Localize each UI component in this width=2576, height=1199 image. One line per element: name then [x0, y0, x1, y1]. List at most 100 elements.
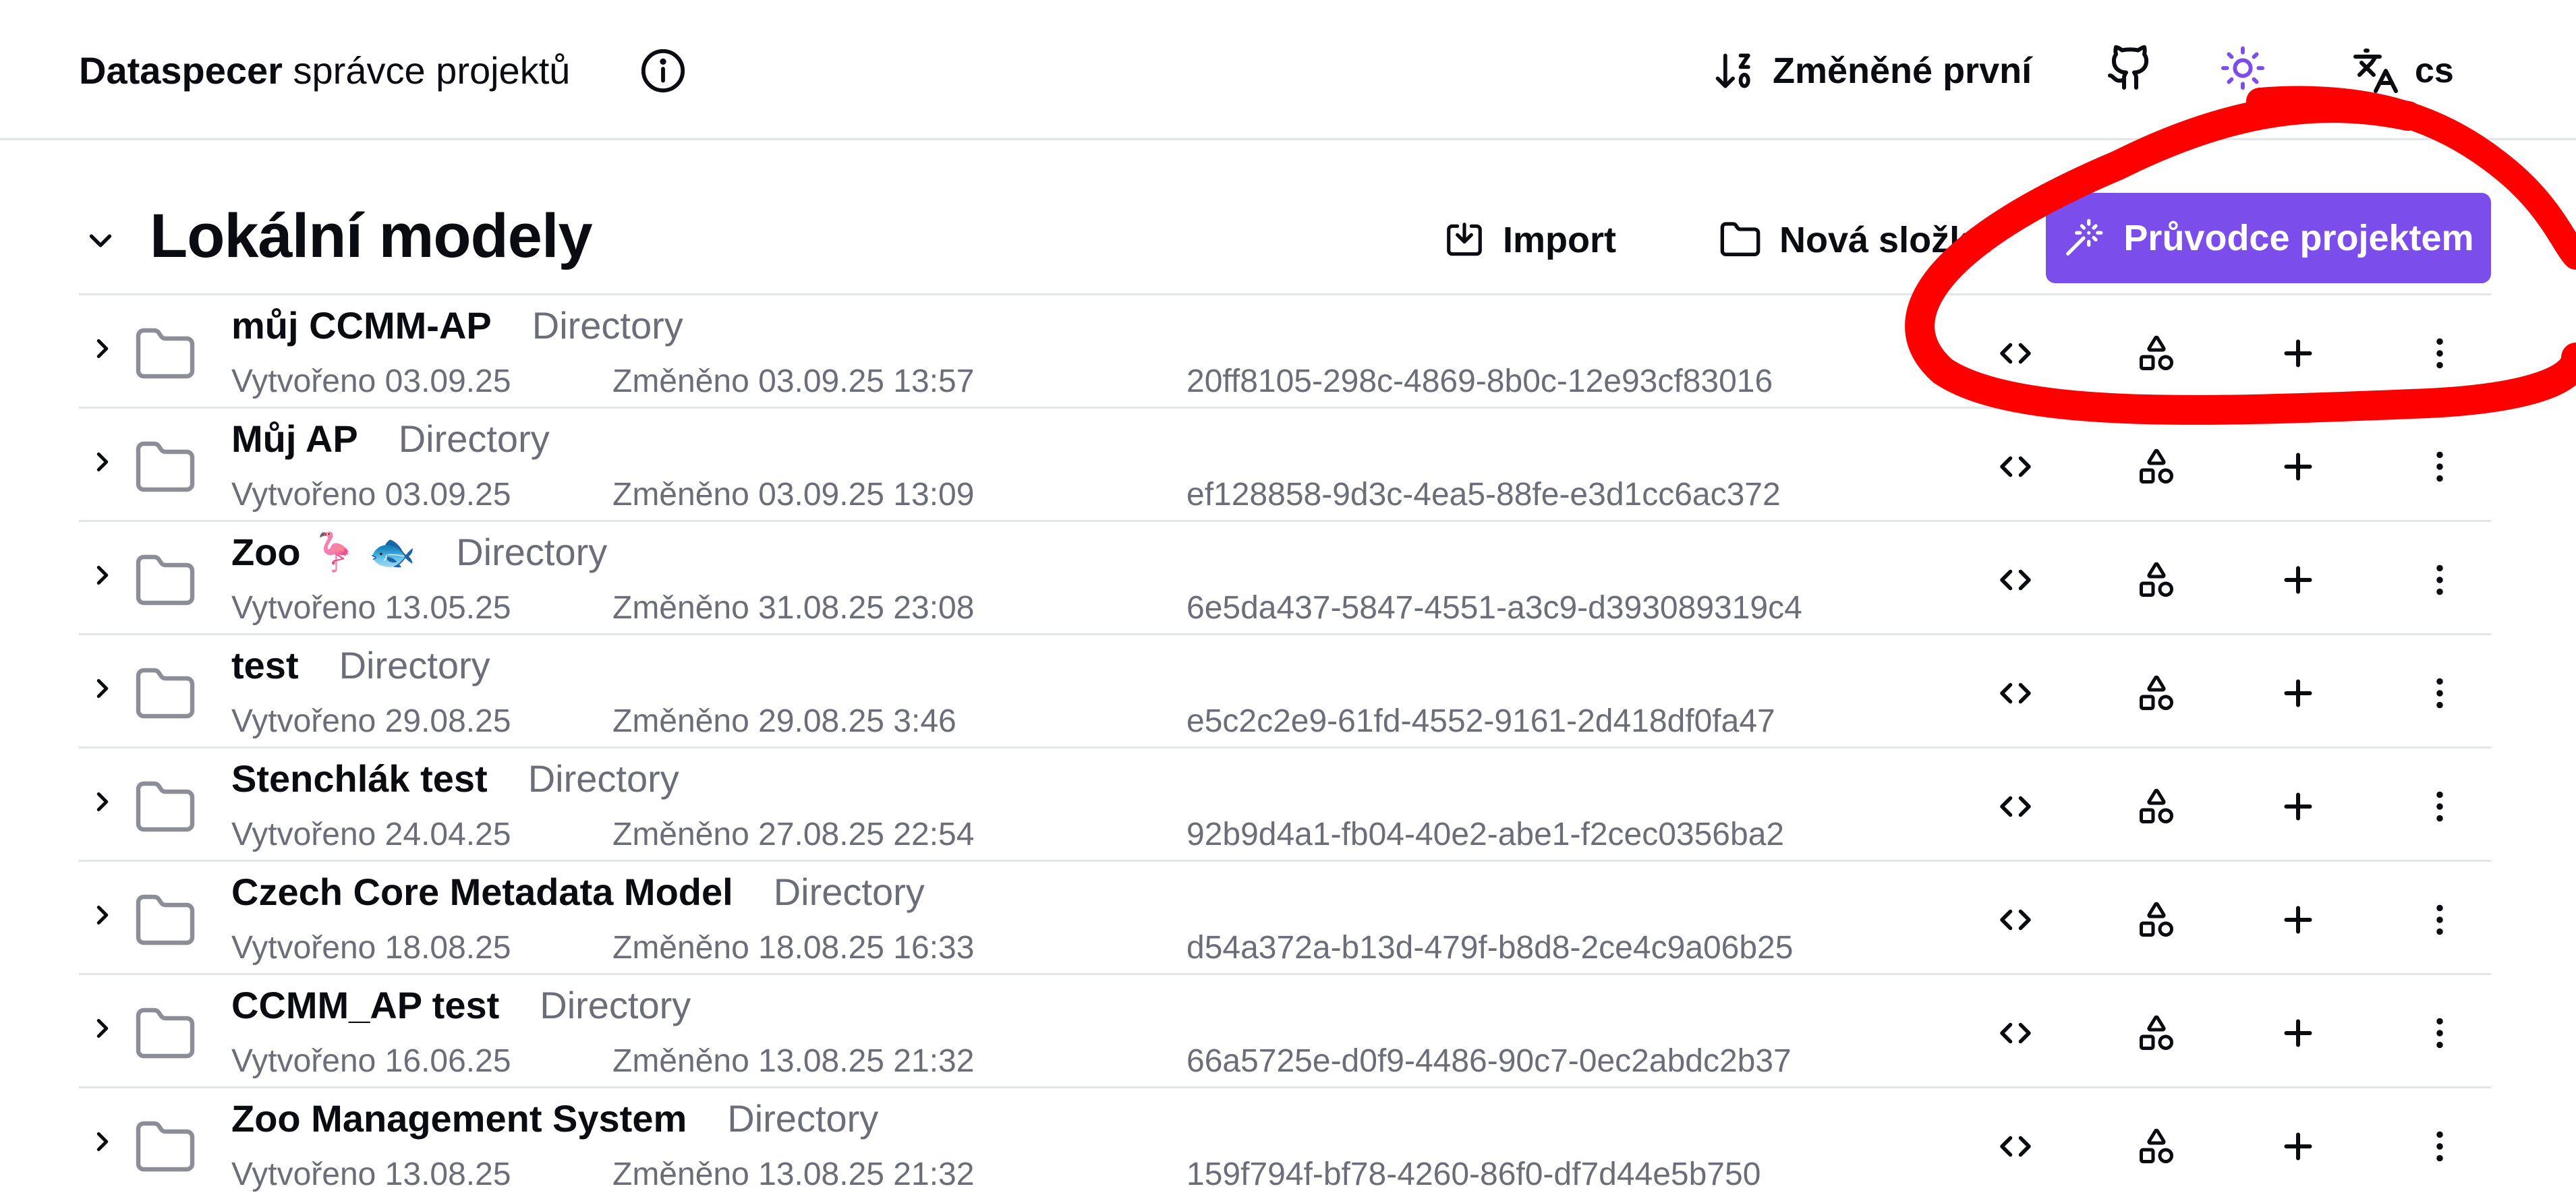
plus-icon[interactable] [2278, 333, 2318, 374]
language-icon [2353, 49, 2398, 93]
new-folder-button[interactable]: Nová složka [1719, 213, 1990, 267]
plus-icon[interactable] [2278, 1013, 2318, 1053]
folder-icon [136, 441, 195, 492]
chevron-right-icon[interactable] [87, 673, 118, 704]
project-name-line: CCMM_AP test Directory [231, 983, 691, 1028]
folder-icon [136, 554, 195, 606]
project-uuid: 20ff8105-298c-4869-8b0c-12e93cf83016 [1186, 363, 1773, 399]
chevron-right-icon[interactable] [87, 446, 118, 477]
project-modified: Změněno 13.08.25 21:32 [612, 1157, 975, 1192]
shapes-icon[interactable] [2136, 1013, 2177, 1053]
project-name-line: test Directory [231, 643, 490, 688]
project-created: Vytvořeno 03.09.25 [231, 477, 511, 513]
plus-icon[interactable] [2278, 446, 2318, 487]
project-type: Directory [532, 304, 683, 347]
project-wizard-button[interactable]: Průvodce projektem [2046, 193, 2491, 283]
code-icon[interactable] [1995, 900, 2036, 940]
project-name[interactable]: test [231, 644, 299, 686]
project-modified: Změněno 29.08.25 3:46 [612, 703, 956, 739]
more-vertical-icon[interactable] [2420, 673, 2460, 713]
more-vertical-icon[interactable] [2420, 333, 2460, 374]
plus-icon[interactable] [2278, 560, 2318, 600]
more-vertical-icon[interactable] [2420, 786, 2460, 827]
plus-icon[interactable] [2278, 900, 2318, 940]
code-icon[interactable] [1995, 1126, 2036, 1167]
shapes-icon[interactable] [2136, 786, 2177, 827]
code-icon[interactable] [1995, 560, 2036, 600]
project-name[interactable]: Zoo 🦩 🐟 [231, 531, 416, 573]
app-title: Dataspecer správce projektů [79, 47, 570, 94]
shapes-icon[interactable] [2136, 446, 2177, 487]
project-name[interactable]: Zoo Management System [231, 1097, 687, 1140]
project-name-line: Zoo 🦩 🐟 Directory [231, 530, 607, 575]
project-row[interactable]: test Directory Vytvořeno 29.08.25 Změněno… [79, 633, 2491, 747]
project-created: Vytvořeno 29.08.25 [231, 703, 511, 739]
more-vertical-icon[interactable] [2420, 1126, 2460, 1167]
project-type: Directory [540, 984, 691, 1026]
chevron-right-icon[interactable] [87, 1126, 118, 1157]
folder-icon [136, 328, 195, 379]
more-vertical-icon[interactable] [2420, 900, 2460, 940]
project-row[interactable]: Můj AP Directory Vytvořeno 03.09.25 Změně… [79, 407, 2491, 520]
chevron-down-icon[interactable] [82, 223, 119, 259]
code-icon[interactable] [1995, 446, 2036, 487]
github-icon[interactable] [2106, 43, 2154, 92]
project-name-line: můj CCMM-AP Directory [231, 303, 683, 348]
more-vertical-icon[interactable] [2420, 446, 2460, 487]
project-type: Directory [727, 1097, 879, 1140]
project-row[interactable]: Stenchlák test Directory Vytvořeno 24.04.… [79, 747, 2491, 860]
plus-icon[interactable] [2278, 786, 2318, 827]
chevron-right-icon[interactable] [87, 333, 118, 364]
shapes-icon[interactable] [2136, 1126, 2177, 1167]
project-row[interactable]: můj CCMM-AP Directory Vytvořeno 03.09.25 … [79, 293, 2491, 407]
new-folder-label: Nová složka [1779, 220, 1991, 260]
project-list: můj CCMM-AP Directory Vytvořeno 03.09.25 … [79, 293, 2491, 1199]
sun-icon[interactable] [2219, 45, 2266, 92]
chevron-right-icon[interactable] [87, 900, 118, 931]
project-uuid: ef128858-9d3c-4ea5-88fe-e3d1cc6ac372 [1186, 477, 1781, 513]
plus-icon[interactable] [2278, 1126, 2318, 1167]
shapes-icon[interactable] [2136, 560, 2177, 600]
project-modified: Změněno 03.09.25 13:09 [612, 477, 975, 513]
sort-button[interactable]: Změněné první [1712, 42, 2032, 100]
more-vertical-icon[interactable] [2420, 1013, 2460, 1053]
project-modified: Změněno 31.08.25 23:08 [612, 590, 975, 626]
project-uuid: d54a372a-b13d-479f-b8d8-2ce4c9a06b25 [1186, 930, 1794, 966]
code-icon[interactable] [1995, 333, 2036, 374]
import-button[interactable]: Import [1443, 213, 1616, 267]
project-uuid: e5c2c2e9-61fd-4552-9161-2d418df0fa47 [1186, 703, 1775, 739]
folder-icon [1720, 222, 1761, 256]
language-switcher[interactable]: cs [2351, 42, 2454, 100]
top-bar: Dataspecer správce projektů Změněné prvn… [0, 0, 2576, 140]
code-icon[interactable] [1995, 1013, 2036, 1053]
chevron-right-icon[interactable] [87, 560, 118, 591]
info-icon[interactable] [639, 47, 687, 94]
chevron-right-icon[interactable] [87, 786, 118, 817]
project-name[interactable]: můj CCMM-AP [231, 304, 492, 347]
language-code: cs [2415, 51, 2454, 90]
shapes-icon[interactable] [2136, 900, 2177, 940]
folder-icon [136, 894, 195, 945]
project-name[interactable]: Czech Core Metadata Model [231, 871, 733, 913]
project-name-line: Stenchlák test Directory [231, 757, 679, 801]
sort-icon [1715, 53, 1750, 88]
app-title-brand: Dataspecer [79, 49, 283, 92]
project-row[interactable]: CCMM_AP test Directory Vytvořeno 16.06.25… [79, 973, 2491, 1086]
code-icon[interactable] [1995, 673, 2036, 713]
code-icon[interactable] [1995, 786, 2036, 827]
plus-icon[interactable] [2278, 673, 2318, 713]
project-row[interactable]: Zoo 🦩 🐟 Directory Vytvořeno 13.05.25 Změn… [79, 520, 2491, 633]
project-name[interactable]: Můj AP [231, 417, 358, 460]
project-name[interactable]: Stenchlák test [231, 757, 488, 800]
project-row[interactable]: Zoo Management System Directory Vytvořeno… [79, 1086, 2491, 1199]
project-name-line: Můj AP Directory [231, 417, 550, 461]
project-created: Vytvořeno 03.09.25 [231, 363, 511, 399]
project-row[interactable]: Czech Core Metadata Model Directory Vytvo… [79, 860, 2491, 973]
more-vertical-icon[interactable] [2420, 560, 2460, 600]
project-name[interactable]: CCMM_AP test [231, 984, 499, 1026]
app-title-suffix: správce projektů [282, 49, 571, 92]
shapes-icon[interactable] [2136, 673, 2177, 713]
project-modified: Změněno 03.09.25 13:57 [612, 363, 975, 399]
shapes-icon[interactable] [2136, 333, 2177, 374]
chevron-right-icon[interactable] [87, 1013, 118, 1044]
